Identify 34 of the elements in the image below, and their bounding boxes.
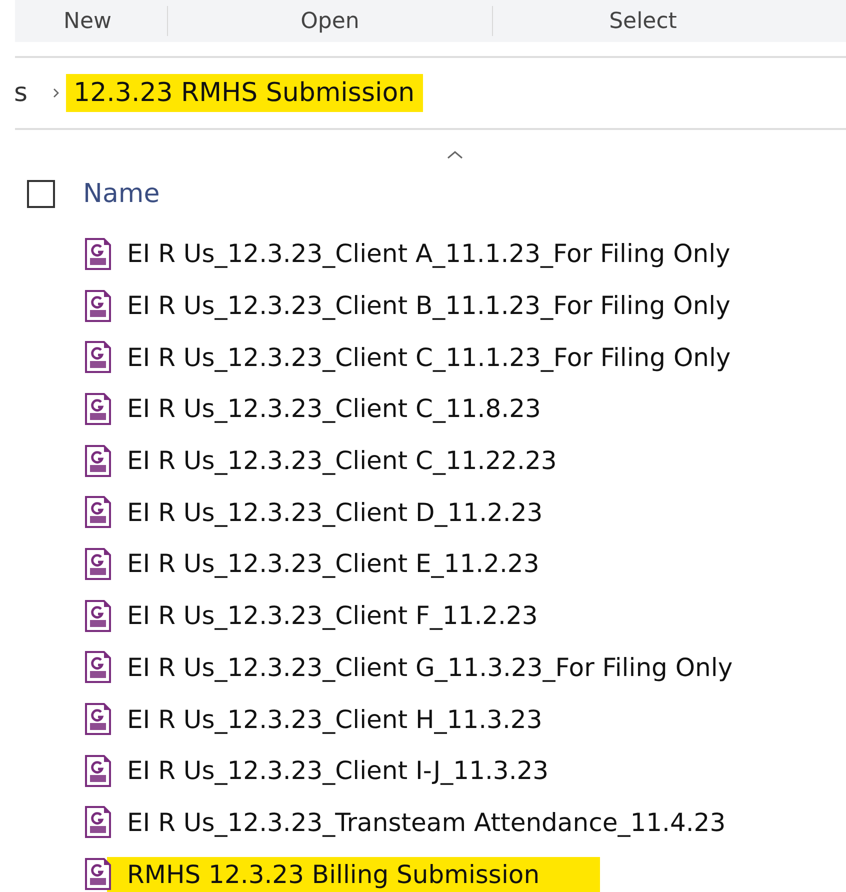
pdf-file-icon [84,340,112,374]
chevron-icon [52,87,60,99]
file-name[interactable]: RMHS 12.3.23 Billing Submission [107,856,600,892]
pdf-file-icon [84,288,112,323]
pdf-file-icon [84,495,112,530]
pdf-file-icon [84,702,112,736]
pdf-file-icon [84,444,112,478]
pdf-file-icon [84,392,112,426]
pdf-file-icon [84,650,112,684]
file-name[interactable]: EI R Us_12.3.23_Client C_11.1.23_For Filing Only [127,340,731,375]
file-name[interactable]: EI R Us_12.3.23_Client F_11.2.23 [127,598,538,634]
file-name[interactable]: EI R Us_12.3.23_Client C_11.8.23 [127,391,541,426]
file-name[interactable]: EI R Us_12.3.23_Client D_11.2.23 [127,494,543,530]
file-name[interactable]: EI R Us_12.3.23_Client A_11.1.23_For Filing Only [127,236,730,272]
file-name[interactable]: EI R Us_12.3.23_Client C_11.22.23 [127,443,557,478]
breadcrumb-item[interactable]: s [14,74,36,112]
file-name[interactable]: EI R Us_12.3.23_Client B_11.1.23_For Filing Only [127,288,730,324]
pdf-file-icon [84,546,112,581]
sort-caret-icon [446,150,464,160]
column-header[interactable]: Name [83,179,160,209]
file-name[interactable]: EI R Us_12.3.23_Transteam Attendance_11.4.23 [127,804,726,840]
breadcrumb-item[interactable]: 12.3.23 RMHS Submission [66,74,423,112]
file-name[interactable]: EI R Us_12.3.23_Client G_11.3.23_For Filing Only [127,650,733,685]
file-name[interactable]: EI R Us_12.3.23_Client I-J_11.3.23 [127,753,549,788]
toolbar-group-label: New [62,8,112,34]
pdf-file-icon [84,236,112,271]
toolbar-group-label: Open [300,8,360,34]
pdf-file-icon [84,598,112,633]
pdf-file-icon [84,805,112,840]
file-name[interactable]: EI R Us_12.3.23_Client H_11.3.23 [127,702,542,737]
pdf-file-icon [84,754,112,788]
toolbar-group-label: Select [608,8,678,34]
select-all-checkbox[interactable] [27,180,55,208]
file-name[interactable]: EI R Us_12.3.23_Client E_11.2.23 [127,546,540,582]
